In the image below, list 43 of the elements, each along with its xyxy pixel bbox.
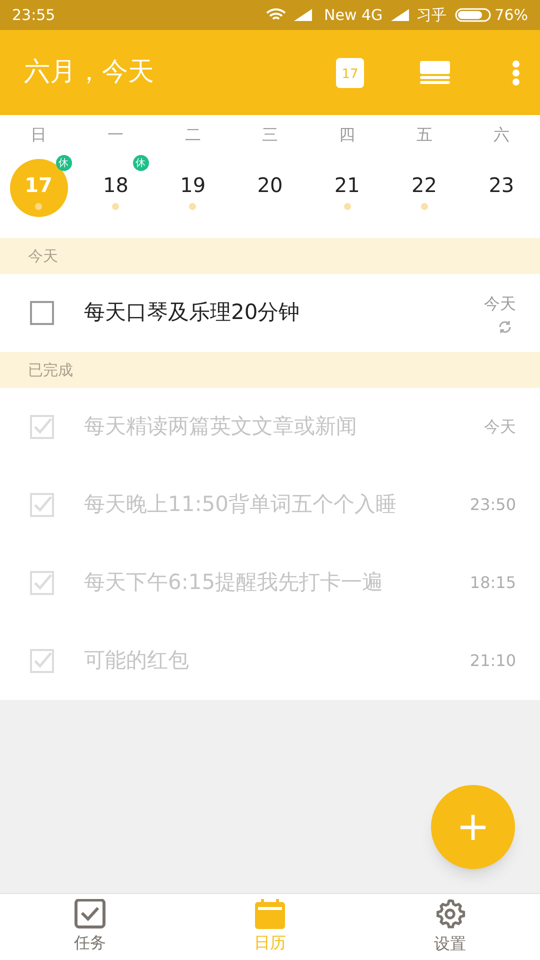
section-header: 今天	[0, 238, 540, 274]
task-title: 每天下午6:15提醒我先打卡一遍	[84, 569, 384, 596]
battery-level: 76%	[494, 4, 528, 26]
list-view-icon[interactable]	[420, 60, 450, 84]
header-title: 六月，今天	[24, 56, 155, 89]
status-time: 23:55	[12, 4, 56, 26]
date-cell[interactable]: 21	[318, 159, 376, 217]
settings-icon	[434, 898, 466, 930]
holiday-badge: 休	[56, 155, 72, 171]
task-time: 23:50	[470, 494, 516, 516]
date-cell[interactable]: 20	[240, 159, 299, 217]
task-time: 今天	[484, 416, 516, 438]
section-header: 已完成	[0, 352, 540, 388]
nav-tab[interactable]: 任务	[0, 894, 180, 960]
date-cell[interactable]: 22	[395, 159, 454, 217]
weekday-label: 二	[184, 124, 201, 146]
weekday-label: 六	[493, 124, 510, 146]
holiday-badge: 休	[132, 155, 149, 171]
weekday-label: 三	[262, 124, 278, 146]
battery-icon	[454, 8, 491, 22]
signal-icon	[294, 9, 312, 21]
task-time: 18:15	[470, 572, 516, 594]
weekday-label: 日	[30, 124, 47, 146]
nav-tab[interactable]: 设置	[360, 894, 540, 960]
calendar-icon	[254, 899, 286, 929]
network-label: New 4G	[324, 4, 383, 26]
checkbox[interactable]	[30, 301, 54, 325]
task-title: 每天口琴及乐理20分钟	[84, 299, 301, 326]
task-title: 可能的红包	[84, 647, 190, 674]
signal-icon	[390, 9, 409, 21]
weekday-label: 五	[416, 124, 432, 146]
more-icon[interactable]	[512, 60, 520, 86]
wifi-icon	[266, 8, 286, 22]
carrier-label: 习乎	[416, 4, 447, 26]
task-title: 每天精读两篇英文文章或新闻	[84, 413, 358, 440]
date-cell[interactable]: 19	[164, 159, 222, 217]
task-time: 今天	[484, 293, 516, 315]
task-time: 21:10	[470, 650, 516, 672]
weekday-label: 四	[339, 124, 356, 146]
date-cell[interactable]: 23	[472, 159, 530, 217]
task-title: 每天晚上11:50背单词五个个入睡	[84, 491, 398, 518]
weekday-label: 一	[108, 124, 124, 146]
checkbox-icon	[74, 899, 106, 929]
